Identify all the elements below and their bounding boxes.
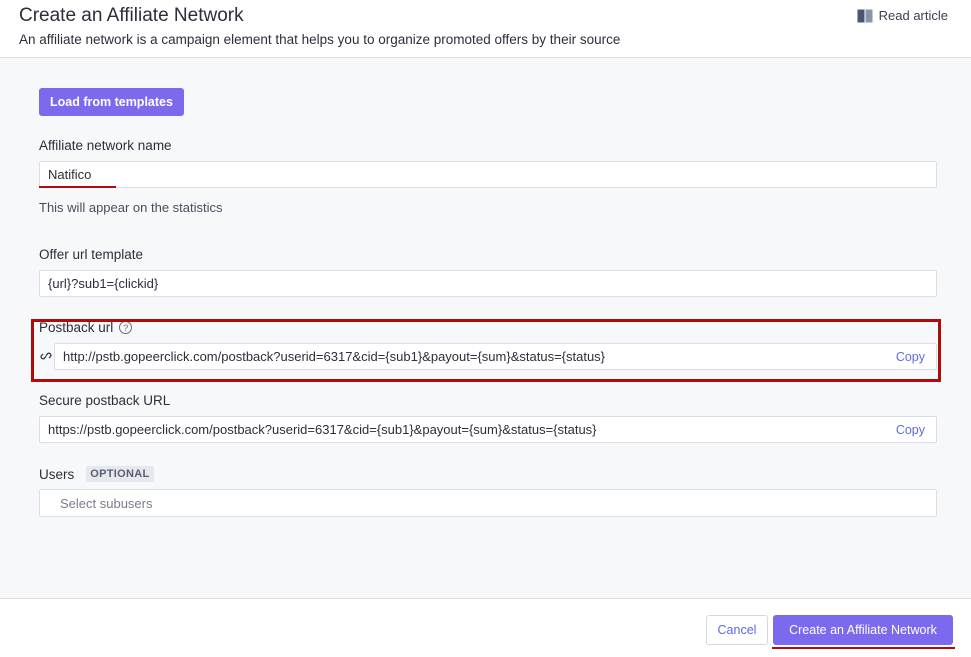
users-label: Users OPTIONAL	[39, 466, 154, 482]
page-subtitle: An affiliate network is a campaign eleme…	[19, 32, 621, 47]
offer-label-text: Offer url template	[39, 247, 144, 262]
secure-copy-button[interactable]: Copy	[896, 423, 925, 437]
modal-header: Create an Affiliate Network An affiliate…	[0, 0, 971, 58]
offer-url-input[interactable]: {url}?sub1={clickid}	[39, 270, 937, 297]
secure-label-text: Secure postback URL	[39, 393, 171, 408]
book-icon	[857, 9, 873, 22]
read-article-link[interactable]: Read article	[857, 8, 948, 23]
secure-postback-field: https://pstb.gopeerclick.com/postback?us…	[39, 416, 937, 443]
modal-footer: Cancel Create an Affiliate Network	[0, 598, 971, 657]
name-label: Affiliate network name	[39, 138, 172, 153]
subusers-select[interactable]: Select subusers	[39, 489, 937, 517]
offer-label: Offer url template	[39, 247, 143, 262]
load-templates-button[interactable]: Load from templates	[39, 88, 184, 116]
create-network-button[interactable]: Create an Affiliate Network	[773, 615, 953, 645]
annotation-box-postback	[31, 319, 941, 382]
page-title: Create an Affiliate Network	[19, 5, 244, 26]
name-hint: This will appear on the statistics	[39, 200, 223, 215]
annotation-underline-create	[772, 647, 955, 649]
annotation-underline-name	[39, 186, 116, 188]
secure-label: Secure postback URL	[39, 393, 170, 408]
secure-postback-value: https://pstb.gopeerclick.com/postback?us…	[48, 422, 597, 437]
network-name-input[interactable]: Natifico	[39, 161, 937, 188]
read-article-label: Read article	[878, 8, 948, 23]
subusers-placeholder: Select subusers	[60, 495, 153, 511]
optional-badge: OPTIONAL	[86, 466, 154, 482]
network-name-value: Natifico	[48, 167, 92, 182]
users-label-text: Users	[39, 466, 75, 482]
name-label-text: Affiliate network name	[39, 138, 172, 153]
form-body: Load from templates Affiliate network na…	[0, 58, 971, 598]
offer-url-value: {url}?sub1={clickid}	[48, 276, 159, 291]
cancel-button[interactable]: Cancel	[706, 615, 768, 645]
